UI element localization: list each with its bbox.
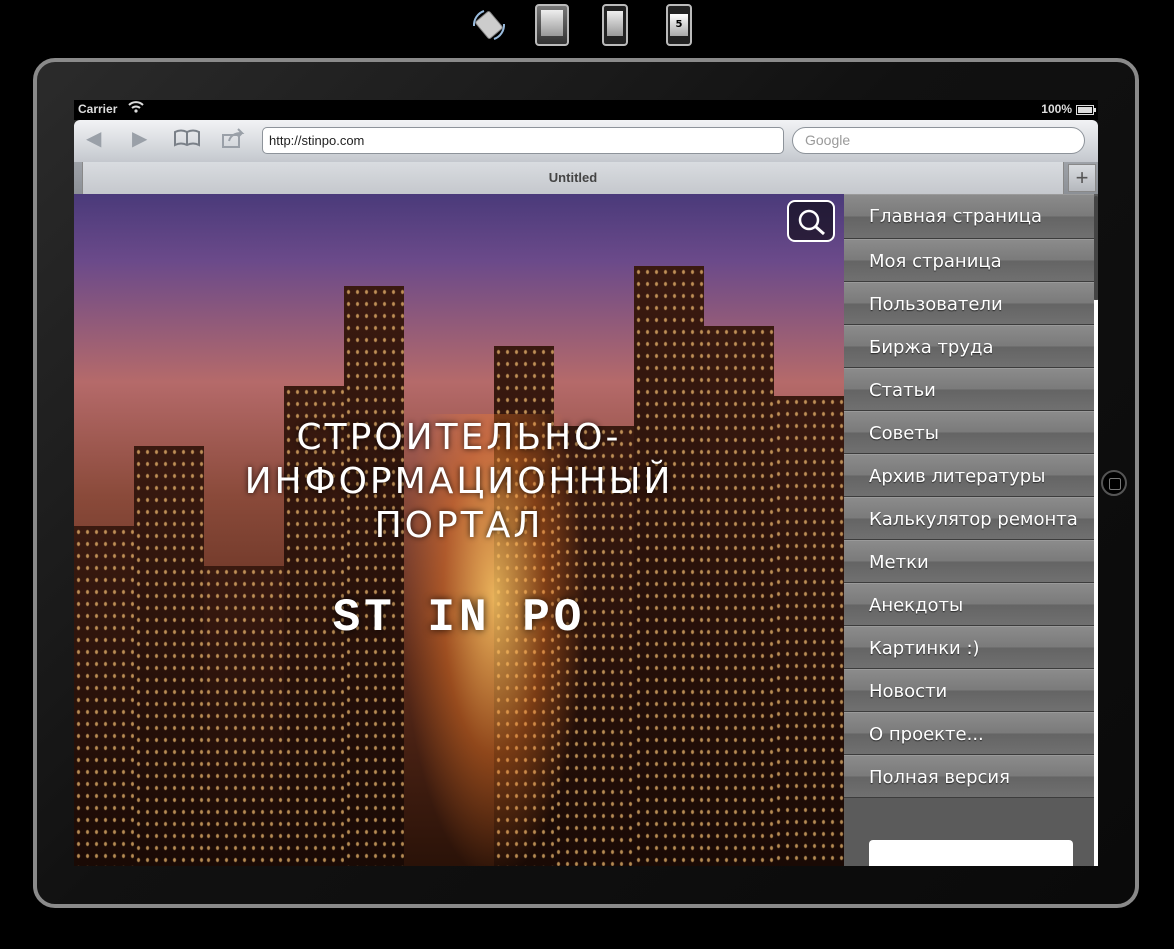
menu-item-news[interactable]: Новости	[844, 669, 1094, 712]
sidebar-menu: Главная страница Моя страница Пользовате…	[844, 194, 1098, 866]
scrollbar[interactable]	[1094, 196, 1098, 300]
menu-item-jokes[interactable]: Анекдоты	[844, 583, 1094, 626]
menu-item-my-page[interactable]: Моя страница	[844, 239, 1094, 282]
menu-item-pictures[interactable]: Картинки :)	[844, 626, 1094, 669]
back-icon[interactable]: ◀	[86, 129, 101, 149]
iphone5-icon[interactable]: 5	[666, 4, 692, 46]
search-field[interactable]: Google	[792, 127, 1085, 154]
add-tab-button[interactable]: +	[1068, 164, 1096, 192]
ipad-icon[interactable]	[535, 4, 569, 46]
home-button[interactable]	[1101, 470, 1127, 496]
building-image	[344, 286, 404, 866]
rotate-device-icon[interactable]	[470, 6, 508, 44]
building-image	[634, 266, 704, 866]
portal-title-line: ПОРТАЛ	[374, 505, 544, 546]
search-button[interactable]	[787, 200, 835, 242]
status-bar: Carrier 100%	[74, 100, 1098, 120]
menu-list: Главная страница Моя страница Пользовате…	[844, 194, 1094, 798]
sidebar-input-box[interactable]	[869, 840, 1073, 866]
battery-percent: 100%	[1041, 102, 1072, 116]
page-content: СТРОИТЕЛЬНО- ИНФОРМАЦИОННЫЙ ПОРТАЛ ST IN…	[74, 194, 1098, 866]
iphone5-label: 5	[670, 14, 688, 36]
portal-title-line: ИНФОРМАЦИОННЫЙ	[244, 461, 674, 502]
menu-item-repair-calculator[interactable]: Калькулятор ремонта	[844, 497, 1094, 540]
portal-title: СТРОИТЕЛЬНО- ИНФОРМАЦИОННЫЙ ПОРТАЛ	[214, 416, 704, 548]
menu-item-tags[interactable]: Метки	[844, 540, 1094, 583]
building-image	[134, 446, 204, 866]
menu-item-about[interactable]: О проекте...	[844, 712, 1094, 755]
building-image	[74, 526, 134, 866]
menu-item-users[interactable]: Пользователи	[844, 282, 1094, 325]
carrier-label: Carrier	[78, 102, 118, 116]
menu-item-home[interactable]: Главная страница	[844, 194, 1094, 239]
url-field[interactable]: http://stinpo.com	[262, 127, 784, 154]
device-switcher: 5	[0, 0, 1174, 50]
browser-toolbar: ◀ ▶ http://stinpo.com Google	[74, 120, 1098, 162]
building-image	[704, 326, 774, 866]
search-icon	[798, 209, 825, 236]
hero-banner: СТРОИТЕЛЬНО- ИНФОРМАЦИОННЫЙ ПОРТАЛ ST IN…	[74, 194, 844, 866]
menu-item-tips[interactable]: Советы	[844, 411, 1094, 454]
portal-title-line: СТРОИТЕЛЬНО-	[296, 417, 622, 458]
menu-item-articles[interactable]: Статьи	[844, 368, 1094, 411]
forward-icon[interactable]: ▶	[132, 129, 147, 149]
menu-item-full-version[interactable]: Полная версия	[844, 755, 1094, 798]
building-image	[774, 396, 844, 866]
share-icon[interactable]	[222, 128, 246, 152]
tab-untitled[interactable]: Untitled	[82, 162, 1064, 194]
battery-icon	[1076, 105, 1096, 115]
bookmarks-icon[interactable]	[174, 128, 200, 152]
iphone-icon[interactable]	[602, 4, 628, 46]
tab-bar: Untitled +	[74, 162, 1098, 194]
menu-item-literature-archive[interactable]: Архив литературы	[844, 454, 1094, 497]
menu-item-job-exchange[interactable]: Биржа труда	[844, 325, 1094, 368]
wifi-icon	[128, 100, 144, 117]
scroll-track	[1094, 300, 1098, 866]
site-logo[interactable]: ST IN PO	[214, 592, 704, 644]
